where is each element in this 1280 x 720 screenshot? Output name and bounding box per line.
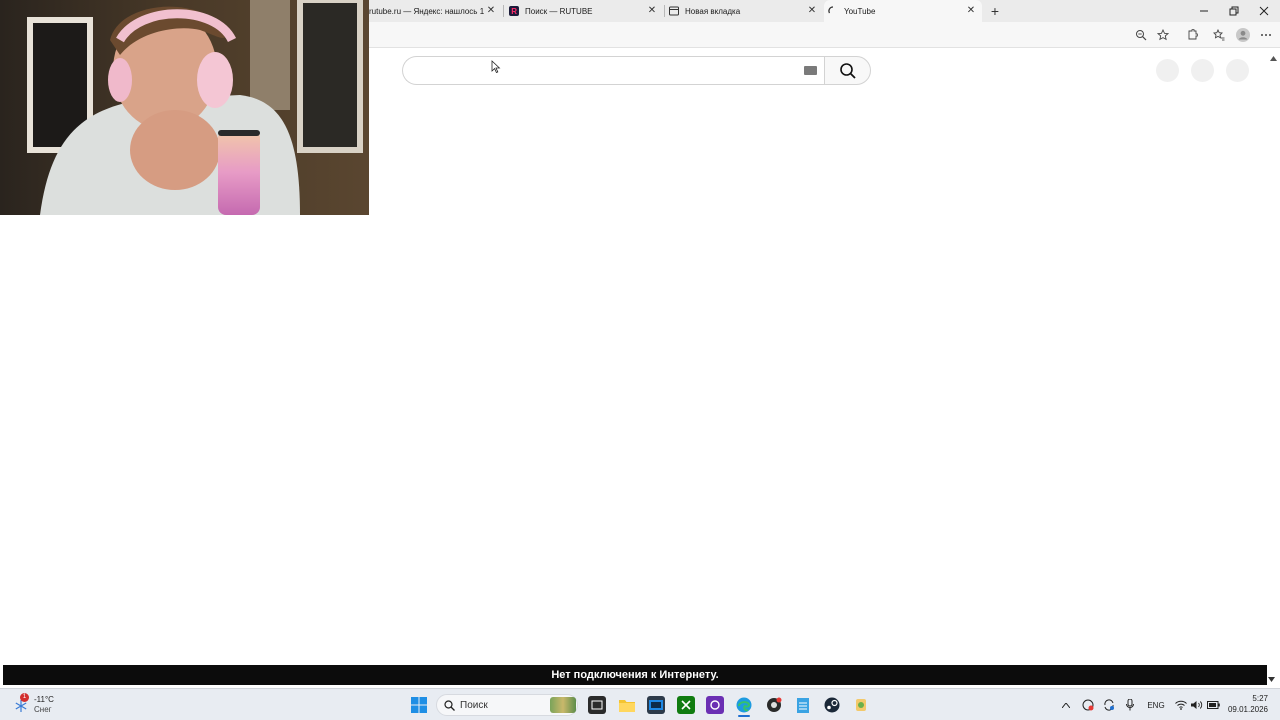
app-icon	[856, 699, 866, 711]
mouse-cursor-icon	[491, 60, 501, 74]
photos-app-button[interactable]	[706, 696, 724, 714]
placeholder-circle	[1191, 59, 1214, 82]
clock-time: 5:27	[1252, 694, 1268, 703]
tab-new-tab[interactable]: Новая вкладка ✕	[665, 0, 823, 22]
tab-yandex-search[interactable]: rutube.ru — Яндекс: нашлось 13 ✕	[369, 0, 502, 22]
xbox-button[interactable]	[677, 696, 695, 714]
search-button[interactable]	[824, 56, 871, 85]
close-icon[interactable]: ✕	[484, 4, 498, 18]
sync-icon	[1104, 699, 1114, 711]
battery-icon	[1206, 701, 1220, 709]
avatar[interactable]	[1226, 59, 1249, 82]
newtab-icon	[669, 6, 679, 16]
weather-condition: Снег	[34, 705, 52, 714]
wifi-icon	[1175, 700, 1187, 710]
wifi-button[interactable]	[1174, 698, 1188, 712]
close-icon[interactable]: ✕	[645, 4, 659, 18]
offline-status-bar: Нет подключения к Интернету.	[3, 665, 1267, 685]
photos-icon	[710, 700, 720, 710]
media-icon	[649, 700, 663, 710]
screen: rutube.ru — Яндекс: нашлось 13 ✕ R Поиск…	[0, 0, 1280, 720]
tab-divider	[503, 5, 504, 17]
clock-date: 09.01.2026	[1227, 705, 1268, 714]
streamer-webcam-image	[0, 0, 369, 215]
close-icon[interactable]: ✕	[805, 4, 819, 18]
search-icon	[444, 700, 455, 711]
pinned-app-button[interactable]	[852, 696, 870, 714]
xbox-icon	[681, 700, 691, 710]
notepad-button[interactable]	[794, 696, 812, 714]
weather-alert-badge: 1	[20, 693, 29, 702]
tab-rutube-search[interactable]: R Поиск — RUTUBE ✕	[505, 0, 663, 22]
chevron-up-icon	[1062, 702, 1070, 708]
scroll-down-icon[interactable]	[1268, 677, 1275, 682]
webcam-overlay	[0, 0, 369, 215]
rutube-icon: R	[509, 6, 519, 16]
volume-button[interactable]	[1190, 698, 1204, 712]
restore-button[interactable]	[1218, 0, 1250, 22]
profile-avatar-icon[interactable]	[1235, 27, 1251, 43]
tray-app-icon	[1082, 699, 1094, 711]
show-hidden-icons-button[interactable]	[1060, 698, 1072, 712]
media-app-button[interactable]	[647, 696, 665, 714]
new-tab-button[interactable]: +	[987, 3, 1003, 19]
keyboard-icon[interactable]	[804, 66, 817, 75]
steam-button[interactable]	[823, 696, 841, 714]
file-explorer-button[interactable]	[618, 696, 636, 714]
weather-widget[interactable]: 1 -11°C Снег	[10, 693, 70, 717]
windows-icon	[411, 697, 427, 713]
edge-browser-button[interactable]	[735, 696, 753, 717]
battery-button[interactable]	[1206, 698, 1220, 712]
obs-icon	[767, 697, 782, 712]
svg-text:R: R	[511, 7, 517, 16]
tab-title: Новая вкладка	[685, 6, 741, 16]
taskbar-search-label: Поиск	[460, 700, 488, 711]
search-highlight-image	[550, 697, 576, 713]
search-icon	[839, 62, 856, 79]
favorite-star-icon[interactable]	[1155, 27, 1171, 43]
more-options-icon[interactable]	[1258, 27, 1274, 43]
placeholder-circle	[1156, 59, 1179, 82]
tray-app-button[interactable]	[1081, 698, 1095, 712]
tab-title: rutube.ru — Яндекс: нашлось 13	[369, 6, 484, 16]
steam-icon	[824, 697, 840, 713]
zoom-icon[interactable]	[1133, 27, 1149, 43]
close-window-button[interactable]	[1248, 0, 1280, 22]
favorites-list-icon[interactable]	[1211, 27, 1227, 43]
active-app-indicator	[738, 715, 750, 717]
task-view-icon	[591, 700, 603, 710]
taskbar-search[interactable]: Поиск	[436, 694, 578, 716]
language-indicator[interactable]: ENG	[1146, 698, 1166, 712]
task-view-button[interactable]	[588, 696, 606, 714]
vertical-scrollbar[interactable]	[1268, 48, 1280, 688]
edge-icon	[736, 697, 752, 713]
sync-button[interactable]	[1102, 698, 1116, 712]
minimize-button[interactable]	[1188, 0, 1220, 22]
tab-title: YouTube	[844, 6, 876, 16]
windows-taskbar: 1 -11°C Снег Поиск ENG 5:27 09.01.2026	[0, 688, 1280, 720]
system-clock[interactable]: 5:27 09.01.2026	[1228, 693, 1268, 715]
scroll-up-icon[interactable]	[1270, 56, 1277, 61]
volume-icon	[1191, 701, 1203, 709]
obs-app-button[interactable]	[765, 696, 783, 714]
search-input[interactable]	[402, 56, 825, 85]
weather-temperature: -11°C	[34, 695, 54, 704]
folder-icon	[619, 700, 635, 712]
notepad-icon	[797, 698, 809, 713]
microphone-icon	[1126, 699, 1134, 711]
tab-youtube[interactable]: YouTube ✕	[824, 0, 982, 22]
extensions-icon[interactable]	[1184, 27, 1200, 43]
loading-icon	[828, 6, 838, 16]
start-button[interactable]	[410, 696, 428, 714]
tab-title: Поиск — RUTUBE	[525, 6, 593, 16]
microphone-button[interactable]	[1124, 698, 1136, 712]
close-icon[interactable]: ✕	[964, 4, 978, 18]
